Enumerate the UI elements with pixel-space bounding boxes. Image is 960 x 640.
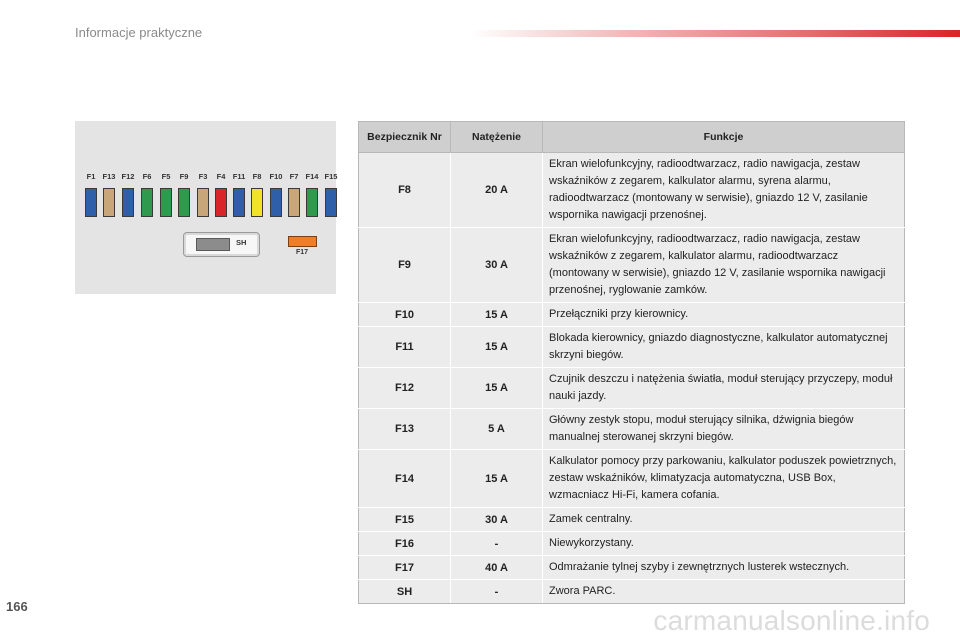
fuse [306,188,318,217]
fuse-amperage: 40 A [450,555,543,580]
fuse-amperage: 15 A [450,326,543,368]
fuse-label: F1 [86,172,96,181]
fuse-functions: Odmrażanie tylnej szyby i zewnętrznych l… [542,555,905,580]
page-number: 166 [6,599,28,614]
fuse-label: F5 [161,172,171,181]
fuse-number: F15 [358,507,451,532]
table-row: F10 15 A Przełączniki przy kierownicy. [358,302,905,327]
table-row: F13 5 A Główny zestyk stopu, moduł steru… [358,408,905,450]
fuse-table: Bezpiecznik Nr Natężenie Funkcje F8 20 A… [358,121,905,604]
table-row: F12 15 A Czujnik deszczu i natężenia świ… [358,367,905,409]
fuse-label: F7 [289,172,299,181]
fuse [325,188,337,217]
fuse-f17 [288,236,317,247]
fuse [141,188,153,217]
fuse-functions: Przełączniki przy kierownicy. [542,302,905,327]
table-row: F17 40 A Odmrażanie tylnej szyby i zewnę… [358,555,905,580]
fuse-label: F6 [142,172,152,181]
fuse-label: F10 [269,172,283,181]
fuse [215,188,227,217]
table-row: F14 15 A Kalkulator pomocy przy parkowan… [358,449,905,508]
sh-label: SH [236,238,247,247]
fuse [270,188,282,217]
fuse-functions: Czujnik deszczu i natężenia światła, mod… [542,367,905,409]
fuse-amperage: 30 A [450,507,543,532]
fuse [251,188,263,217]
fuse-number: F12 [358,367,451,409]
fuse-amperage: 15 A [450,449,543,508]
fuse-number: F17 [358,555,451,580]
fuse-functions: Zwora PARC. [542,579,905,604]
fuse-label: F12 [121,172,135,181]
fuse [178,188,190,217]
column-header-amperage: Natężenie [450,121,543,153]
fuse-label: F11 [232,172,246,181]
fuse-box-diagram: F1 F13 F12 F6 F5 F9 F3 F4 F11 F8 F10 F7 … [75,121,338,294]
fuse-f17-label: F17 [295,249,309,256]
table-row: F8 20 A Ekran wielofunkcyjny, radioodtwa… [358,152,905,228]
table-row: F11 15 A Blokada kierownicy, gniazdo dia… [358,326,905,368]
sh-shunt-holder: SH [183,232,260,257]
column-header-functions: Funkcje [542,121,905,153]
fuse-number: F14 [358,449,451,508]
fuse-amperage: 15 A [450,367,543,409]
fuse [122,188,134,217]
watermark: carmanualsonline.info [653,605,930,636]
fuse-functions: Niewykorzystany. [542,531,905,556]
fuse-number: F10 [358,302,451,327]
fuse [233,188,245,217]
fuse [103,188,115,217]
fuse [85,188,97,217]
fuse-label: F15 [324,172,338,181]
table-row: F16 - Niewykorzystany. [358,531,905,556]
fuse-label: F8 [252,172,262,181]
table-row: SH - Zwora PARC. [358,579,905,604]
fuse [197,188,209,217]
fuse-functions: Główny zestyk stopu, moduł sterujący sil… [542,408,905,450]
section-title: Informacje praktyczne [75,25,203,40]
fuse-label: F13 [102,172,116,181]
fuse-label: F14 [305,172,319,181]
fuse-functions: Kalkulator pomocy przy parkowaniu, kalku… [542,449,905,508]
fuse-number: F16 [358,531,451,556]
fuse-amperage: - [450,579,543,604]
fuse-label: F9 [179,172,189,181]
fuse-functions: Blokada kierownicy, gniazdo diagnostyczn… [542,326,905,368]
fuse [160,188,172,217]
fuse-amperage: 30 A [450,227,543,303]
fuse-amperage: 15 A [450,302,543,327]
fuse-functions: Zamek centralny. [542,507,905,532]
fuse [288,188,300,217]
table-row: F15 30 A Zamek centralny. [358,507,905,532]
fuse-amperage: - [450,531,543,556]
fuse-functions: Ekran wielofunkcyjny, radioodtwarzacz, r… [542,152,905,228]
fuse-functions: Ekran wielofunkcyjny, radioodtwarzacz, r… [542,227,905,303]
column-header-fuse-no: Bezpiecznik Nr [358,121,451,153]
fuse-label: F4 [216,172,226,181]
table-header-row: Bezpiecznik Nr Natężenie Funkcje [358,121,905,153]
fuse-labels: F1 F13 F12 F6 F5 F9 F3 F4 F11 F8 F10 F7 … [81,172,338,184]
fuse-number: SH [358,579,451,604]
fuse-amperage: 20 A [450,152,543,228]
fuse-number: F8 [358,152,451,228]
sh-shunt [196,238,230,251]
fuse-number: F9 [358,227,451,303]
table-row: F9 30 A Ekran wielofunkcyjny, radioodtwa… [358,227,905,303]
fuse-number: F13 [358,408,451,450]
header-accent-bar [470,30,960,37]
fuse-amperage: 5 A [450,408,543,450]
fuse-label: F3 [198,172,208,181]
fuse-number: F11 [358,326,451,368]
